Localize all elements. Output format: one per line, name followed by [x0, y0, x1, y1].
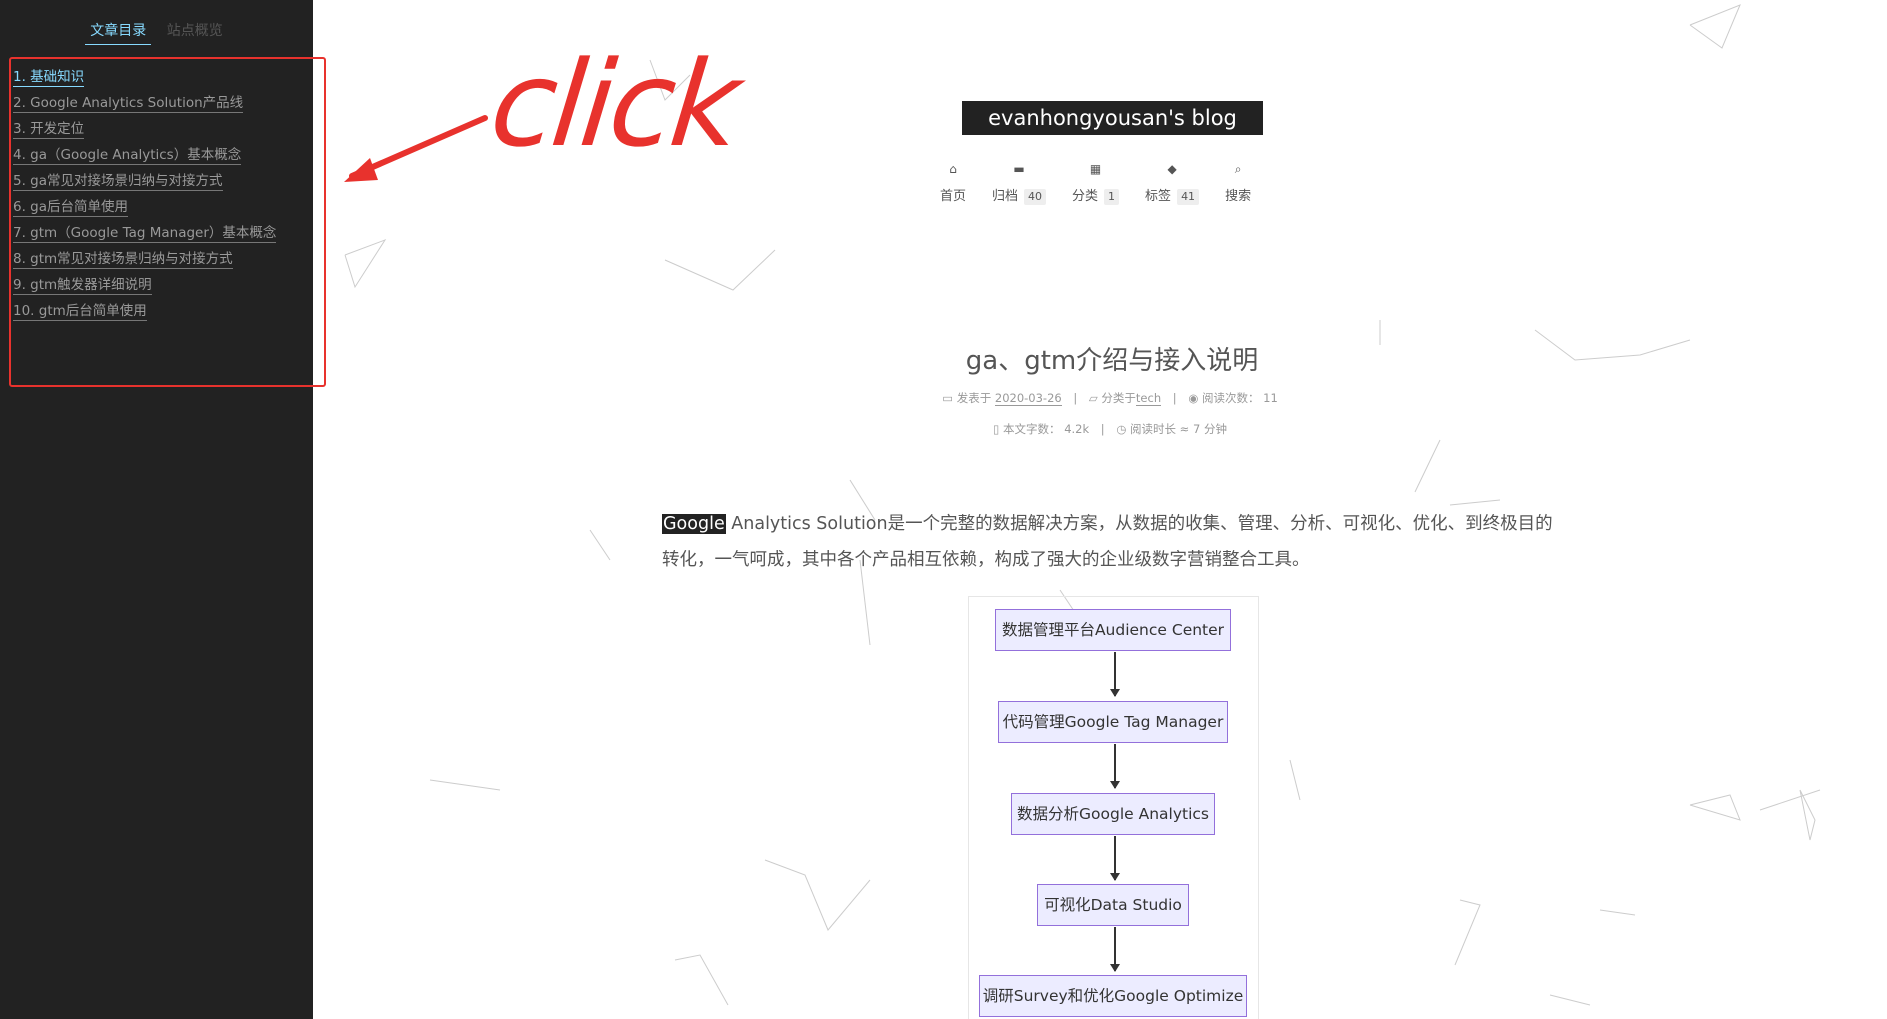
tab-toc[interactable]: 文章目录 — [85, 20, 152, 45]
views-label: 阅读次数： — [1202, 391, 1260, 405]
annotation-arrow-icon — [344, 115, 488, 182]
category-label: 分类于 — [1101, 391, 1136, 405]
menu-label-home: 首页 — [940, 189, 967, 204]
menu-item-search[interactable]: ⌕ 搜索 — [1225, 160, 1251, 205]
category-link[interactable]: tech — [1135, 391, 1162, 406]
categories-count-badge: 1 — [1104, 189, 1120, 205]
published-date: 2020-03-26 — [994, 391, 1062, 406]
main-menu: ⌂ 首页 ▬ 归档 40 ▦ 分类 1 ◆ 标签 41 ⌕ 搜索 — [940, 160, 1277, 205]
words-label: 本文字数： — [1003, 422, 1061, 436]
menu-item-categories[interactable]: ▦ 分类 1 — [1072, 160, 1120, 205]
menu-item-home[interactable]: ⌂ 首页 — [940, 160, 966, 205]
views-count: 11 — [1263, 391, 1278, 405]
search-icon: ⌕ — [1234, 162, 1242, 176]
post-intro-text: Analytics Solution是一个完整的数据解决方案，从数据的收集、管理… — [662, 514, 1553, 570]
post-intro: Google Analytics Solution是一个完整的数据解决方案，从数… — [662, 506, 1567, 578]
post-meta: ▭ 发表于 2020-03-26 | ▱ 分类于tech | ◉ 阅读次数： 1… — [942, 391, 1278, 406]
diagram-edge — [1110, 927, 1120, 972]
diagram-node-optimize: 调研Survey和优化Google Optimize — [979, 975, 1247, 1017]
diagram-node-analytics: 数据分析Google Analytics — [1011, 793, 1215, 835]
diagram-node-audience-center: 数据管理平台Audience Center — [995, 609, 1231, 651]
clock-icon: ◷ — [1116, 422, 1127, 436]
archive-count-badge: 40 — [1024, 189, 1047, 205]
diagram-edge — [1110, 744, 1120, 789]
menu-label-archive: 归档 — [992, 189, 1019, 204]
read-time-label: 阅读时长 ≈ — [1130, 422, 1190, 436]
tags-count-badge: 41 — [1177, 189, 1200, 205]
search-highlight: Google — [662, 514, 726, 534]
diagram-edge — [1110, 836, 1120, 881]
diagram-node-data-studio: 可视化Data Studio — [1037, 884, 1189, 926]
published-label: 发表于 — [956, 391, 992, 405]
read-time-value: 7 分钟 — [1192, 422, 1227, 436]
diagram-edge — [1110, 652, 1120, 697]
grid-icon: ▦ — [1089, 162, 1102, 176]
eye-icon: ◉ — [1188, 391, 1199, 405]
tags-icon: ◆ — [1167, 162, 1177, 176]
calendar-icon: ▭ — [942, 391, 954, 405]
menu-label-tags: 标签 — [1145, 189, 1172, 204]
post-title: ga、gtm介绍与接入说明 — [965, 346, 1259, 376]
menu-label-categories: 分类 — [1072, 189, 1099, 204]
menu-label-search: 搜索 — [1225, 189, 1252, 204]
menu-item-archive[interactable]: ▬ 归档 40 — [992, 160, 1047, 205]
folder-icon: ▱ — [1088, 391, 1098, 405]
archive-icon: ▬ — [1013, 162, 1025, 176]
tab-site-overview[interactable]: 站点概览 — [162, 20, 228, 44]
words-count: 4.2k — [1064, 422, 1090, 436]
flow-diagram: 数据管理平台Audience Center 代码管理Google Tag Man… — [968, 596, 1259, 1019]
annotation-click-text: click — [484, 35, 743, 173]
annotation-highlight-box — [9, 57, 326, 387]
diagram-node-tag-manager: 代码管理Google Tag Manager — [998, 701, 1228, 743]
home-icon: ⌂ — [949, 162, 957, 176]
menu-item-tags[interactable]: ◆ 标签 41 — [1145, 160, 1200, 205]
post-meta-stats: ▯ 本文字数： 4.2k | ◷ 阅读时长 ≈ 7 分钟 — [993, 422, 1227, 436]
sidebar-tabs: 文章目录 站点概览 — [0, 20, 313, 45]
site-brand[interactable]: evanhongyousan's blog — [962, 101, 1263, 135]
file-icon: ▯ — [993, 422, 1000, 436]
